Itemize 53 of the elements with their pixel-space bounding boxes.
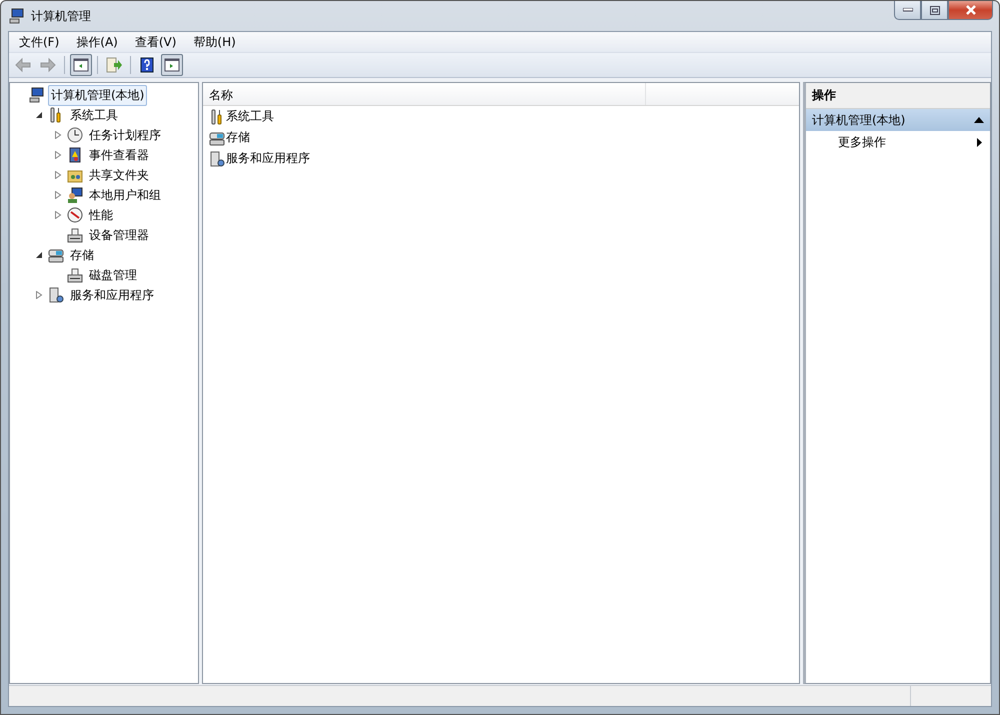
actions-heading: 操作: [806, 83, 990, 109]
list-item[interactable]: 存储: [226, 129, 250, 146]
toolbar-button[interactable]: [70, 54, 92, 76]
tree-item[interactable]: 系统工具: [67, 104, 121, 126]
expand-triangle-icon[interactable]: [54, 211, 62, 219]
tree-item[interactable]: 本地用户和组: [86, 184, 164, 206]
close-icon: [964, 5, 976, 15]
export-list-icon: [106, 57, 122, 73]
toolbar-button[interactable]: [161, 54, 183, 76]
computer-icon: [9, 8, 25, 24]
device-icon: [67, 267, 83, 283]
users-icon: [67, 187, 83, 203]
minimize-button[interactable]: [894, 1, 921, 20]
list-item[interactable]: 服务和应用程序: [226, 150, 310, 167]
forward-arrow-icon: [40, 57, 56, 73]
tree-item[interactable]: 计算机管理(本地): [48, 84, 148, 106]
tree-item[interactable]: 任务计划程序: [86, 124, 164, 146]
collapse-triangle-icon[interactable]: [35, 111, 43, 119]
help-icon: [139, 57, 155, 73]
expand-triangle-icon[interactable]: [54, 131, 62, 139]
expand-triangle-icon[interactable]: [35, 291, 43, 299]
list-item[interactable]: 系统工具: [226, 108, 274, 125]
submenu-arrow-icon: [977, 138, 982, 146]
menu-item[interactable]: 操作(A): [69, 34, 125, 50]
expand-triangle-icon[interactable]: [54, 191, 62, 199]
tree-item[interactable]: 性能: [86, 204, 116, 226]
drive-icon: [209, 130, 225, 146]
left-pane-icon: [73, 57, 89, 73]
back-arrow-icon: [15, 57, 31, 73]
menu-item[interactable]: 帮助(H): [186, 34, 243, 50]
minimize-icon: [902, 8, 912, 12]
computer-icon: [29, 87, 45, 103]
tree-item[interactable]: 设备管理器: [86, 224, 152, 246]
device-icon: [67, 227, 83, 243]
actions-section-header[interactable]: 计算机管理(本地): [806, 109, 990, 131]
action-link[interactable]: 更多操作: [838, 134, 886, 150]
maximize-icon: [930, 6, 940, 14]
tree-item[interactable]: 存储: [67, 244, 97, 266]
tree-item[interactable]: 服务和应用程序: [67, 284, 157, 306]
expand-triangle-icon[interactable]: [54, 171, 62, 179]
drive-icon: [48, 247, 64, 263]
right-pane-icon: [164, 57, 180, 73]
collapse-triangle-icon[interactable]: [35, 251, 43, 259]
tree-item[interactable]: 磁盘管理: [86, 264, 140, 286]
tree-item[interactable]: 事件查看器: [86, 144, 152, 166]
maximize-button[interactable]: [921, 1, 948, 20]
close-button[interactable]: [948, 1, 993, 20]
tree-item[interactable]: 共享文件夹: [86, 164, 152, 186]
menu-item[interactable]: 文件(F): [12, 34, 66, 50]
window-title: 计算机管理: [31, 8, 91, 24]
clock-icon: [67, 127, 83, 143]
menu-item[interactable]: 查看(V): [128, 34, 184, 50]
expand-triangle-icon[interactable]: [54, 151, 62, 159]
